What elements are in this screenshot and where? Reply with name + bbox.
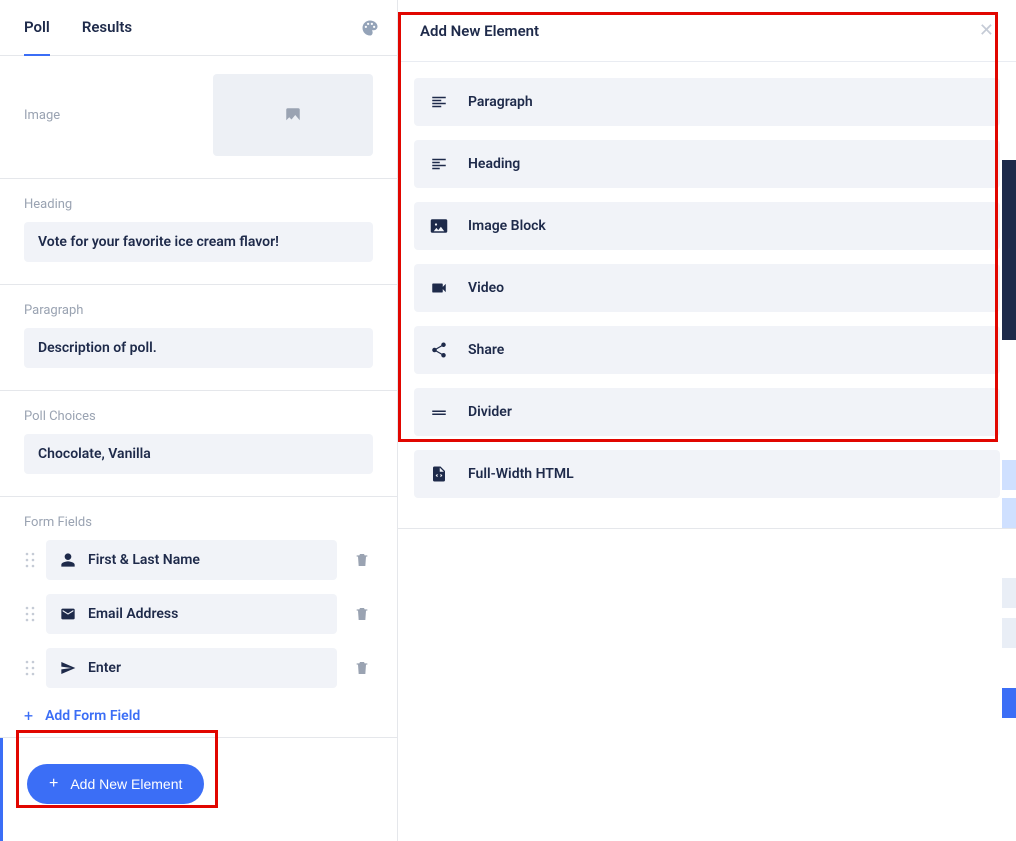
palette-icon[interactable] xyxy=(361,19,379,37)
modal-header: Add New Element ✕ xyxy=(398,0,1016,62)
add-new-element-button[interactable]: + Add New Element xyxy=(27,764,204,804)
section-paragraph: Paragraph Description of poll. xyxy=(0,285,397,391)
element-option[interactable]: Full-Width HTML xyxy=(414,450,1000,498)
modal-title: Add New Element xyxy=(420,22,539,40)
element-list: Paragraph Heading Image Block Video Shar… xyxy=(398,62,1016,528)
element-option[interactable]: Image Block xyxy=(414,202,1000,250)
form-field-row: Email Address xyxy=(24,594,373,634)
element-option-label: Image Block xyxy=(468,218,546,234)
video-icon xyxy=(430,279,448,297)
element-option-label: Full-Width HTML xyxy=(468,466,574,482)
element-option-label: Heading xyxy=(468,156,520,172)
tabs-row: Poll Results xyxy=(0,0,397,56)
element-option[interactable]: Share xyxy=(414,326,1000,374)
trash-icon[interactable] xyxy=(351,552,373,568)
form-field-pill[interactable]: First & Last Name xyxy=(46,540,337,580)
element-option-label: Video xyxy=(468,280,504,296)
tab-poll[interactable]: Poll xyxy=(24,0,50,56)
left-editor-panel: Poll Results Image Heading Vote for your… xyxy=(0,0,398,841)
section-form-fields: Form Fields First & Last Name Email Addr… xyxy=(0,497,397,737)
share-icon xyxy=(430,341,448,359)
divider-icon xyxy=(430,403,448,421)
poll-choices-value: Chocolate, Vanilla xyxy=(38,446,151,462)
heading-value-box[interactable]: Vote for your favorite ice cream flavor! xyxy=(24,222,373,262)
section-label-heading: Heading xyxy=(24,197,373,212)
image-icon xyxy=(284,106,302,124)
drag-handle-icon[interactable] xyxy=(24,552,36,568)
tab-results-label: Results xyxy=(82,18,132,36)
form-field-label: First & Last Name xyxy=(88,552,200,568)
drag-handle-icon[interactable] xyxy=(24,606,36,622)
heading-value: Vote for your favorite ice cream flavor! xyxy=(38,234,279,250)
add-new-element-label: Add New Element xyxy=(70,776,182,792)
element-option[interactable]: Video xyxy=(414,264,1000,312)
image-placeholder[interactable] xyxy=(213,74,373,156)
element-option-label: Divider xyxy=(468,404,512,420)
drag-handle-icon[interactable] xyxy=(24,660,36,676)
trash-icon[interactable] xyxy=(351,606,373,622)
form-field-pill[interactable]: Enter xyxy=(46,648,337,688)
element-option-label: Share xyxy=(468,342,504,358)
section-image: Image xyxy=(0,56,397,179)
section-label-image: Image xyxy=(24,108,60,123)
form-field-row: Enter xyxy=(24,648,373,688)
section-label-form-fields: Form Fields xyxy=(24,515,373,530)
form-field-label: Email Address xyxy=(88,606,178,622)
form-field-row: First & Last Name xyxy=(24,540,373,580)
preview-edge xyxy=(998,0,1016,841)
tab-poll-label: Poll xyxy=(24,18,50,36)
poll-choices-value-box[interactable]: Chocolate, Vanilla xyxy=(24,434,373,474)
trash-icon[interactable] xyxy=(351,660,373,676)
plus-icon: + xyxy=(24,706,33,725)
html-icon xyxy=(430,465,448,483)
form-field-label: Enter xyxy=(88,660,121,676)
paragraph-value: Description of poll. xyxy=(38,340,157,356)
section-poll-choices: Poll Choices Chocolate, Vanilla xyxy=(0,391,397,497)
element-option[interactable]: Heading xyxy=(414,140,1000,188)
person-icon xyxy=(60,552,76,568)
paragraph-value-box[interactable]: Description of poll. xyxy=(24,328,373,368)
right-panel: Add New Element ✕ Paragraph Heading Imag… xyxy=(398,0,1016,841)
close-icon[interactable]: ✕ xyxy=(979,20,994,41)
plus-icon: + xyxy=(49,775,58,793)
add-form-field-link[interactable]: + Add Form Field xyxy=(24,706,140,725)
paragraph-align-icon xyxy=(430,93,448,111)
image-icon xyxy=(430,217,448,235)
tab-results[interactable]: Results xyxy=(82,0,132,56)
section-heading: Heading Vote for your favorite ice cream… xyxy=(0,179,397,285)
section-label-poll-choices: Poll Choices xyxy=(24,409,373,424)
add-form-field-label: Add Form Field xyxy=(45,708,140,724)
element-option[interactable]: Divider xyxy=(414,388,1000,436)
section-label-paragraph: Paragraph xyxy=(24,303,373,318)
add-element-section: + Add New Element xyxy=(0,738,397,841)
add-element-modal: Add New Element ✕ Paragraph Heading Imag… xyxy=(398,0,1016,529)
element-option-label: Paragraph xyxy=(468,94,533,110)
heading-align-icon xyxy=(430,155,448,173)
envelope-icon xyxy=(60,606,76,622)
form-field-pill[interactable]: Email Address xyxy=(46,594,337,634)
element-option[interactable]: Paragraph xyxy=(414,78,1000,126)
send-icon xyxy=(60,660,76,676)
